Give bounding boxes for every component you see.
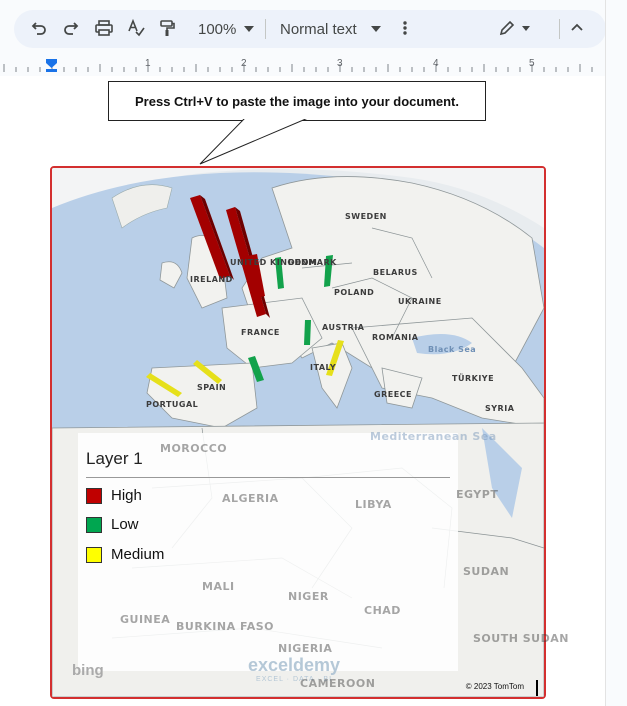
map-place-label: BURKINA FASO — [176, 620, 274, 633]
map-place-label: NIGERIA — [278, 642, 333, 655]
map-place-label: Black Sea — [428, 345, 477, 354]
map-place-label: SYRIA — [485, 404, 515, 413]
legend-swatch-low — [86, 516, 102, 533]
legend-swatch-high — [86, 487, 102, 504]
watermark-text: exceldemy — [248, 655, 341, 675]
map-place-label: LIBYA — [355, 498, 392, 511]
map-place-label: IRELAND — [190, 275, 233, 284]
paragraph-style-select[interactable]: Normal text — [280, 18, 381, 40]
legend-item-high: High — [86, 487, 142, 504]
legend-divider — [86, 477, 450, 478]
legend-title: Layer 1 — [86, 449, 143, 468]
map-place-label: SWEDEN — [345, 212, 387, 221]
paint-format-icon[interactable] — [158, 19, 176, 37]
map-place-label: AUSTRIA — [322, 323, 365, 332]
zoom-select[interactable]: 100% — [198, 18, 255, 40]
map-place-label: PORTUGAL — [146, 400, 199, 409]
legend-swatch-medium — [86, 546, 102, 563]
map-legend: Layer 1 High Low Medium — [78, 433, 458, 671]
map-place-label: EGYPT — [456, 488, 499, 501]
map-place-label: POLAND — [334, 288, 375, 297]
more-options-icon[interactable] — [402, 19, 408, 37]
map-place-label: ROMANIA — [372, 333, 419, 342]
horizontal-ruler[interactable]: 1 2 3 4 5 — [0, 58, 605, 74]
map-attribution: © 2023 TomTom — [465, 682, 524, 691]
map-place-label: UKRAINE — [398, 297, 442, 306]
toolbar-divider — [559, 19, 560, 39]
map-place-label: CHAD — [364, 604, 401, 617]
spellcheck-icon[interactable] — [126, 19, 146, 37]
legend-label: Low — [111, 516, 139, 533]
map-place-label: NIGER — [288, 590, 329, 603]
text-cursor — [536, 680, 538, 696]
map-place-label: GREECE — [374, 390, 412, 399]
ruler-number: 2 — [241, 58, 247, 69]
chevron-down-icon — [244, 26, 255, 32]
map-place-label: SPAIN — [197, 383, 227, 392]
map-place-label: BELARUS — [373, 268, 418, 277]
map-place-label: CAMEROON — [300, 677, 376, 690]
collapse-chevron-up-icon[interactable] — [570, 20, 584, 34]
map-place-label: SOUTH SUDAN — [473, 632, 569, 645]
ruler-number: 1 — [145, 58, 151, 69]
legend-label: High — [111, 487, 142, 504]
legend-label: Medium — [111, 546, 165, 563]
map-place-label: ALGERIA — [222, 492, 279, 505]
map-place-label: GUINEA — [120, 613, 171, 626]
ruler-number: 3 — [337, 58, 343, 69]
bing-logo: bing — [72, 662, 104, 679]
callout-tail — [199, 118, 310, 165]
ruler-number: 4 — [433, 58, 439, 69]
map-place-label: MOROCCO — [160, 442, 228, 455]
toolbar-divider — [265, 19, 266, 39]
zoom-value: 100% — [198, 20, 237, 38]
paragraph-style-value: Normal text — [280, 20, 357, 38]
map-place-label: TÜRKIYE — [452, 374, 495, 383]
callout-text: Press Ctrl+V to paste the image into you… — [135, 93, 459, 109]
editor-toolbar: 100% Normal text — [14, 10, 606, 48]
undo-icon[interactable] — [30, 19, 48, 37]
editing-mode-pencil-icon[interactable] — [498, 19, 532, 37]
legend-item-low: Low — [86, 516, 139, 533]
ruler-ticks — [3, 59, 593, 72]
map-place-label: FRANCE — [241, 328, 280, 337]
scrollbar-track[interactable] — [605, 0, 627, 706]
indent-marker-icon — [46, 59, 57, 68]
print-icon[interactable] — [94, 19, 114, 37]
chevron-down-icon — [370, 26, 381, 32]
redo-icon[interactable] — [62, 19, 80, 37]
legend-item-medium: Medium — [86, 546, 164, 563]
map-place-label: SUDAN — [463, 565, 510, 578]
paste-callout: Press Ctrl+V to paste the image into you… — [108, 81, 486, 121]
map-place-label: DENMARK — [288, 258, 337, 267]
map-place-label: MALI — [202, 580, 235, 593]
ruler-number: 5 — [529, 58, 535, 69]
map-place-label: ITALY — [310, 363, 337, 372]
map-place-label: Mediterranean Sea — [370, 430, 497, 443]
